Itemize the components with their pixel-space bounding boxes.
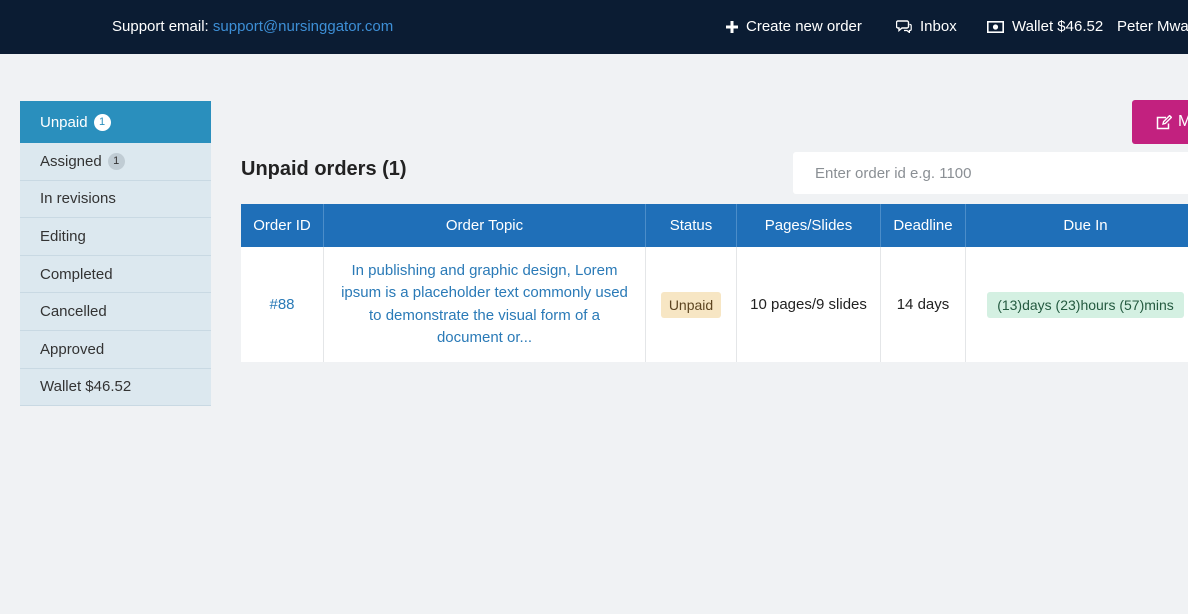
sidebar-item-editing[interactable]: Editing [20,218,211,256]
sidebar-item-label: Cancelled [40,303,107,321]
order-id-cell: #88 [241,247,324,362]
status-cell: Unpaid [646,247,737,362]
column-header-topic[interactable]: Order Topic [324,204,646,247]
sidebar-item-unpaid[interactable]: Unpaid 1 [20,101,211,143]
sidebar-item-cancelled[interactable]: Cancelled [20,293,211,331]
create-order-label: Create new order [746,18,862,35]
count-badge: 1 [107,152,125,170]
pages-cell: 10 pages/9 slides [737,247,881,362]
sidebar-item-label: Approved [40,340,105,358]
sidebar-item-label: Editing [40,227,86,245]
sidebar-item-approved[interactable]: Approved [20,330,211,369]
money-bill-icon [987,20,1004,33]
order-topic-link[interactable]: In publishing and graphic design, Lorem … [324,260,645,350]
make-order-label: M [1178,113,1188,130]
due-in-cell: (13)days (23)hours (57)mins [966,247,1188,362]
sidebar-item-label: Unpaid [40,113,88,131]
topic-cell: In publishing and graphic design, Lorem … [324,247,646,362]
table-header: Order ID Order Topic Status Pages/Slides… [241,204,1188,247]
support-email-link[interactable]: support@nursinggator.com [213,18,393,35]
sidebar-item-assigned[interactable]: Assigned 1 [20,143,211,181]
inbox-label: Inbox [920,18,957,35]
wallet-link[interactable]: Wallet $46.52 [987,18,1103,35]
column-header-due-in[interactable]: Due In [966,204,1188,247]
column-header-deadline[interactable]: Deadline [881,204,966,247]
order-search-input[interactable] [793,152,1188,194]
edit-icon [1156,114,1172,130]
order-status-sidebar: Unpaid 1 Assigned 1 In revisions Editing… [20,101,211,407]
column-header-order-id[interactable]: Order ID [241,204,324,247]
top-navbar: Support email: support@nursinggator.com … [0,0,1188,54]
due-in-badge: (13)days (23)hours (57)mins [987,291,1184,318]
column-header-status[interactable]: Status [646,204,737,247]
user-menu[interactable]: Peter Mwa [1117,18,1188,35]
sidebar-item-label: Assigned [40,152,102,170]
comments-icon [896,20,912,33]
page-title: Unpaid orders (1) [241,158,407,180]
wallet-label: Wallet $46.52 [1012,18,1104,35]
sidebar-item-label: In revisions [40,190,116,208]
make-order-button[interactable]: M [1132,100,1188,144]
support-label: Support email: [112,18,209,35]
sidebar-item-label: Completed [40,265,113,283]
status-badge: Unpaid [660,291,722,318]
sidebar-item-in-revisions[interactable]: In revisions [20,180,211,219]
sidebar-item-wallet[interactable]: Wallet $46.52 [20,368,211,407]
user-name: Peter Mwa [1117,18,1188,35]
order-id-link[interactable]: #88 [269,296,294,313]
table-row: #88 In publishing and graphic design, Lo… [241,247,1188,362]
create-order-link[interactable]: Create new order [726,18,862,35]
support-info: Support email: support@nursinggator.com [112,18,393,35]
sidebar-item-label: Wallet $46.52 [40,378,132,396]
count-badge: 1 [93,113,111,131]
column-header-pages[interactable]: Pages/Slides [737,204,881,247]
orders-table: Order ID Order Topic Status Pages/Slides… [241,204,1188,362]
deadline-cell: 14 days [881,247,966,362]
sidebar-item-completed[interactable]: Completed [20,255,211,294]
inbox-link[interactable]: Inbox [896,18,957,35]
plus-icon [726,20,738,33]
